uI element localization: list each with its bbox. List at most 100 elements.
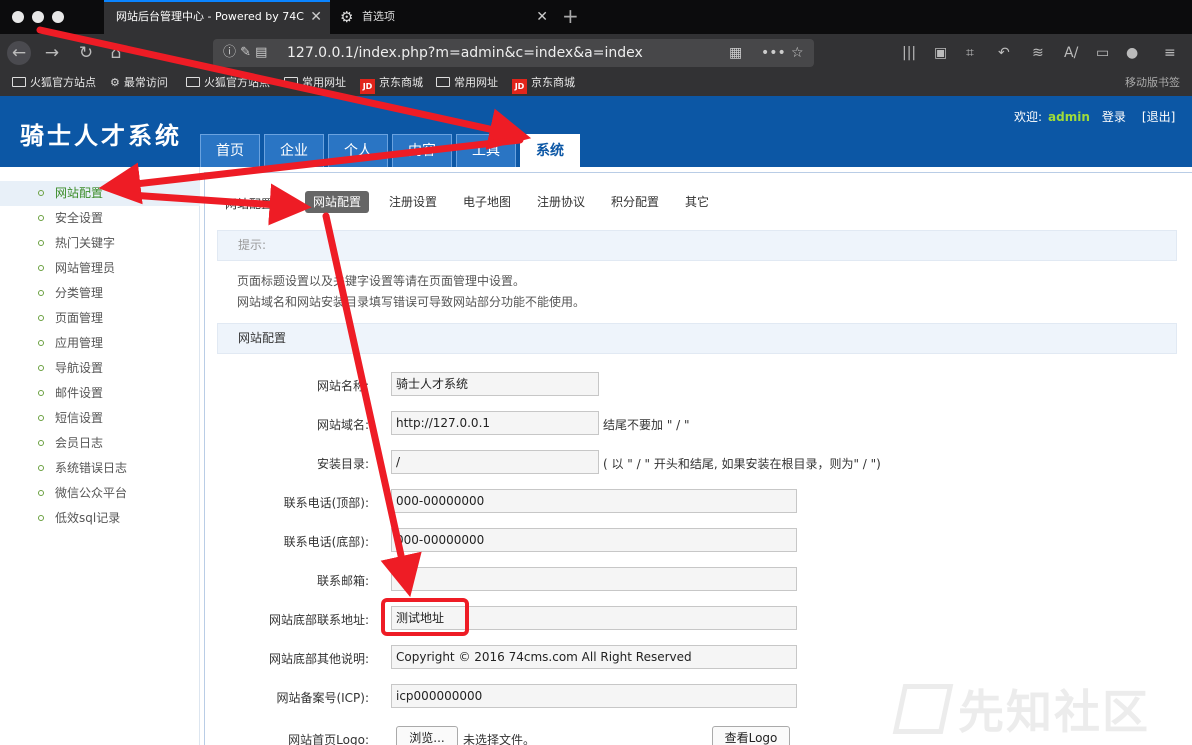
install-dir-note: ( 以 " / " 开头和结尾, 如果安装在根目录，则为" / ") — [603, 457, 881, 471]
forward-arrow-icon[interactable]: → — [40, 41, 64, 65]
main-content: 网站配置 网站配置 注册设置 电子地图 注册协议 积分配置 其它 提示: 页面标… — [204, 172, 1192, 745]
bookmark-item[interactable]: 火狐官方站点 — [12, 72, 96, 94]
phone-bottom-input[interactable]: 000-00000000 — [391, 528, 797, 552]
tab-close-icon[interactable]: ✕ — [536, 0, 548, 34]
sidebar-item-member-log[interactable]: 会员日志 — [0, 431, 200, 456]
sidebar-item-apps[interactable]: 应用管理 — [0, 331, 200, 356]
bullet-icon — [38, 365, 44, 371]
new-tab-button[interactable]: + — [562, 4, 579, 28]
tab-admin-label: 网站后台管理中心 - Powered by 74C — [116, 10, 304, 23]
sidebar-item-site-config[interactable]: 网站配置 — [0, 181, 200, 206]
nav-tab-personal[interactable]: 个人 — [328, 134, 388, 167]
bookmark-item[interactable]: 常用网址 — [436, 72, 498, 94]
qr-code-icon[interactable]: ▦ — [729, 39, 742, 67]
gear-icon: ⚙ — [110, 76, 120, 89]
site-domain-label: 网站域名: — [316, 418, 369, 432]
hint-text: 页面标题设置以及关键字设置等请在页面管理中设置。 网站域名和网站安装目录填写错误… — [237, 271, 585, 313]
footer-other-input[interactable]: Copyright © 2016 74cms.com All Right Res… — [391, 645, 797, 669]
file-status: 未选择文件。 — [463, 733, 536, 745]
bullet-icon — [38, 265, 44, 271]
sidebar-item-error-log[interactable]: 系统错误日志 — [0, 456, 200, 481]
extension-icon[interactable]: ≋ — [1032, 45, 1044, 61]
folder-icon — [436, 77, 450, 87]
sidebar-item-slow-sql[interactable]: 低效sql记录 — [0, 506, 200, 531]
home-icon[interactable]: ⌂ — [104, 41, 128, 65]
back-arrow-icon[interactable]: ← — [7, 41, 31, 65]
nav-tab-tools[interactable]: 工具 — [456, 134, 516, 167]
gear-icon: ⚙ — [340, 8, 354, 26]
bookmark-item[interactable]: JD 京东商城 — [512, 72, 575, 94]
bullet-icon — [38, 215, 44, 221]
icp-label: 网站备案号(ICP): — [276, 691, 369, 705]
subtab-site-config[interactable]: 网站配置 — [305, 191, 370, 213]
mobile-bookmarks[interactable]: 移动版书签 — [1125, 72, 1180, 94]
bullet-icon — [38, 415, 44, 421]
sidebar-item-hot-keywords[interactable]: 热门关键字 — [0, 231, 200, 256]
bookmark-item[interactable]: ⚙ 最常访问 — [110, 72, 168, 94]
browser-tab-bar: 网站后台管理中心 - Powered by 74C ✕ ⚙ 首选项 ✕ + — [0, 0, 1192, 34]
view-logo-button[interactable]: 查看Logo — [712, 726, 790, 745]
sidebar-item-security[interactable]: 安全设置 — [0, 206, 200, 231]
bullet-icon — [38, 340, 44, 346]
sidebar-item-navigation[interactable]: 导航设置 — [0, 356, 200, 381]
tab-close-icon[interactable]: ✕ — [310, 2, 322, 32]
bookmark-star-icon[interactable]: ☆ — [791, 39, 804, 67]
browse-button[interactable]: 浏览... — [396, 726, 458, 745]
sidebar-item-sms[interactable]: 短信设置 — [0, 406, 200, 431]
bullet-icon — [38, 240, 44, 246]
sidebar-item-admins[interactable]: 网站管理员 — [0, 256, 200, 281]
undo-icon[interactable]: ↶ — [998, 45, 1010, 61]
hint-line: 网站域名和网站安装目录填写错误可导致网站部分功能不能使用。 — [237, 295, 586, 309]
watermark: 先知社区 — [892, 676, 1150, 742]
install-dir-input[interactable]: / — [391, 450, 599, 474]
subtab-registration[interactable]: 注册设置 — [389, 191, 437, 213]
nav-tab-home[interactable]: 首页 — [200, 134, 260, 167]
site-domain-input[interactable]: http://127.0.0.1 — [391, 411, 599, 435]
sidebar-item-wechat[interactable]: 微信公众平台 — [0, 481, 200, 506]
login-link[interactable]: 登录 — [1102, 110, 1126, 124]
translate-icon[interactable]: A/ — [1064, 45, 1078, 61]
tab-preferences-label: 首选项 — [362, 10, 395, 23]
nav-tab-content[interactable]: 内容 — [392, 134, 452, 167]
sidebar-icon[interactable]: ▣ — [934, 45, 947, 61]
icp-input[interactable]: icp000000000 — [391, 684, 797, 708]
site-name-input[interactable]: 骑士人才系统 — [391, 372, 599, 396]
tab-admin[interactable]: 网站后台管理中心 - Powered by 74C ✕ — [104, 0, 330, 34]
bullet-icon — [38, 290, 44, 296]
bookmark-item[interactable]: 常用网址 — [284, 72, 346, 94]
site-logo: 骑士人才系统 — [20, 121, 182, 150]
email-input[interactable] — [391, 567, 797, 591]
nav-tab-system[interactable]: 系统 — [520, 134, 580, 168]
window-minimize-button[interactable] — [32, 11, 44, 23]
tab-preferences[interactable]: ⚙ 首选项 ✕ — [330, 0, 556, 34]
url-text: 127.0.0.1/index.php?m=admin&c=index&a=in… — [287, 45, 643, 61]
sidebar-item-pages[interactable]: 页面管理 — [0, 306, 200, 331]
menu-icon[interactable]: ≡ — [1164, 45, 1176, 61]
bullet-icon — [38, 465, 44, 471]
bookmark-item[interactable]: 火狐官方站点 — [186, 72, 270, 94]
bookmarks-bar: 火狐官方站点 ⚙ 最常访问 火狐官方站点 常用网址 JD 京东商城 常用网址 JD 京… — [0, 72, 1192, 96]
bullet-icon — [38, 315, 44, 321]
subtab-agreement[interactable]: 注册协议 — [537, 191, 585, 213]
site-name-label: 网站名称: — [316, 379, 369, 393]
reload-icon[interactable]: ↻ — [74, 41, 98, 65]
site-info-icon[interactable]: ⓘ ✎ ▤ — [223, 39, 267, 67]
sidebar-item-mail[interactable]: 邮件设置 — [0, 381, 200, 406]
sidebar-item-categories[interactable]: 分类管理 — [0, 281, 200, 306]
extension-circle-icon[interactable]: ● — [1126, 45, 1138, 61]
bookmark-item[interactable]: JD 京东商城 — [360, 72, 423, 94]
library-icon[interactable]: ||| — [902, 45, 916, 61]
subtab-other[interactable]: 其它 — [685, 191, 709, 213]
window-zoom-button[interactable] — [52, 11, 64, 23]
crop-icon[interactable]: ⌗ — [966, 45, 974, 61]
phone-top-input[interactable]: 000-00000000 — [391, 489, 797, 513]
url-bar[interactable]: ⓘ ✎ ▤ 127.0.0.1/index.php?m=admin&c=inde… — [213, 39, 814, 67]
nav-tab-company[interactable]: 企业 — [264, 134, 324, 167]
logout-link[interactable]: [退出] — [1142, 110, 1175, 124]
screenshot-icon[interactable]: ▭ — [1096, 45, 1109, 61]
subtab-map[interactable]: 电子地图 — [463, 191, 511, 213]
bullet-icon — [38, 440, 44, 446]
subtab-points[interactable]: 积分配置 — [611, 191, 659, 213]
window-close-button[interactable] — [12, 11, 24, 23]
page-actions-icon[interactable]: ••• — [761, 39, 786, 67]
